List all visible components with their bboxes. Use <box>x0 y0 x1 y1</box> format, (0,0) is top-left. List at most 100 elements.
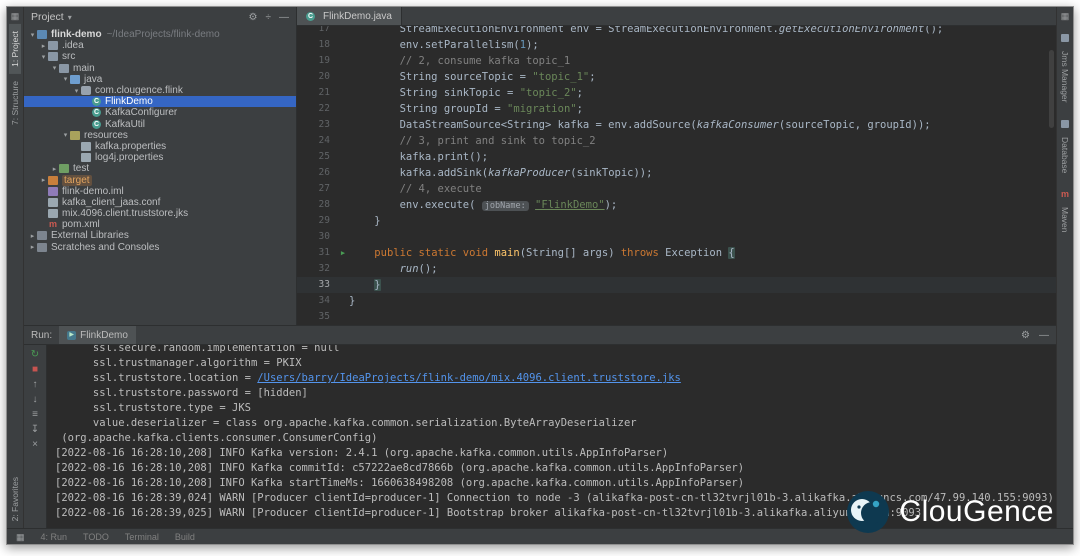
code-line-26[interactable]: 26 kafka.addSink(kafkaProducer(sinkTopic… <box>297 165 1056 181</box>
chevron-right-icon[interactable]: ▸ <box>39 176 48 184</box>
collapse-all-icon[interactable]: ÷ <box>266 12 272 23</box>
code-line-18[interactable]: 18 env.setParallelism(1); <box>297 37 1056 53</box>
chevron-down-icon[interactable]: ▾ <box>39 53 48 61</box>
editor-scrollbar[interactable] <box>1049 50 1054 128</box>
tree-item-label: External Libraries <box>51 230 129 242</box>
tool-strip-item-jms-manager[interactable]: Jms Manager <box>1059 34 1071 110</box>
scroll-down-icon[interactable]: ↓ <box>33 394 38 405</box>
tree-item-src[interactable]: ▾ src <box>24 51 296 62</box>
tool-strip-item-2-favorites[interactable]: 2: Favorites <box>9 470 21 528</box>
clougence-logo-icon <box>847 491 890 533</box>
clear-icon[interactable]: × <box>32 439 38 450</box>
tree-item-mix-4096-client-truststore-jks[interactable]: mix.4096.client.truststore.jks <box>24 208 296 219</box>
tree-item-kafka-client-jaas-conf[interactable]: kafka_client_jaas.conf <box>24 197 296 208</box>
tree-item-log4j-properties[interactable]: log4j.properties <box>24 152 296 163</box>
ide-window: ▦ 1: Project 7: Structure 2: Favorites Proj… <box>6 6 1074 545</box>
tree-item-kafka-properties[interactable]: kafka.properties <box>24 141 296 152</box>
code-line-31[interactable]: 31 ▶ public static void main(String[] arg… <box>297 245 1056 261</box>
chevron-down-icon[interactable]: ▾ <box>61 75 70 83</box>
code-line-17[interactable]: 17 StreamExecutionEnvironment env = Stre… <box>297 26 1056 37</box>
stop-icon[interactable]: ■ <box>32 364 38 375</box>
code-line-22[interactable]: 22 String groupId = "migration"; <box>297 101 1056 117</box>
tool-windows-icon[interactable]: ▦ <box>11 7 20 24</box>
chevron-down-icon[interactable]: ▾ <box>61 131 70 139</box>
gutter-spacer <box>337 261 349 277</box>
tool-icon <box>1061 34 1069 42</box>
code-line-30[interactable]: 30 <box>297 229 1056 245</box>
tree-item-flink-demo[interactable]: ▾ flink-demo ~/IdeaProjects/flink-demo <box>24 29 296 40</box>
tree-item-test[interactable]: ▸ test <box>24 163 296 174</box>
tree-item-flink-demo-iml[interactable]: flink-demo.iml <box>24 186 296 197</box>
settings-icon[interactable]: ⚙ <box>249 12 258 23</box>
gutter-spacer <box>337 149 349 165</box>
tree-item-flinkdemo[interactable]: C FlinkDemo <box>24 96 296 108</box>
code-line-34[interactable]: 34} <box>297 293 1056 309</box>
scroll-to-end-icon[interactable]: ↧ <box>31 424 39 435</box>
hide-icon[interactable]: — <box>279 12 289 23</box>
hide-icon[interactable]: — <box>1039 330 1049 341</box>
scroll-up-icon[interactable]: ↑ <box>33 379 38 390</box>
chevron-right-icon[interactable]: ▸ <box>28 232 37 240</box>
tool-strip-item-1-project[interactable]: 1: Project <box>9 24 21 74</box>
code-line-23[interactable]: 23 DataStreamSource<String> kafka = env.… <box>297 117 1056 133</box>
run-line-icon[interactable]: ▶ <box>337 245 349 261</box>
tool-windows-icon[interactable]: ▦ <box>16 528 25 545</box>
code-line-35[interactable]: 35 <box>297 309 1056 325</box>
tree-item-external-libraries[interactable]: ▸ External Libraries <box>24 230 296 241</box>
line-number: 30 <box>318 231 330 242</box>
tool-windows-icon[interactable]: ▦ <box>1061 7 1070 24</box>
tree-item-kafkautil[interactable]: C KafkaUtil <box>24 119 296 130</box>
status-item-todo[interactable]: TODO <box>83 532 109 542</box>
code-token: public static void <box>374 247 495 259</box>
line-number: 26 <box>318 167 330 178</box>
tool-strip-item-maven[interactable]: m Maven <box>1059 189 1071 240</box>
code-editor[interactable]: 17 StreamExecutionEnvironment env = Stre… <box>297 26 1056 325</box>
gutter-spacer <box>337 213 349 229</box>
code-line-21[interactable]: 21 String sinkTopic = "topic_2"; <box>297 85 1056 101</box>
rerun-icon[interactable]: ↻ <box>31 349 39 360</box>
tree-item-java[interactable]: ▾ java <box>24 74 296 85</box>
code-token: ); <box>526 39 539 51</box>
chevron-down-icon[interactable]: ▾ <box>28 31 37 39</box>
code-line-33[interactable]: 33 } <box>297 277 1056 293</box>
tree-item-target[interactable]: ▸ target <box>24 174 296 186</box>
tree-item-pom-xml[interactable]: m pom.xml <box>24 219 296 230</box>
tree-item-idea[interactable]: ▸ .idea <box>24 40 296 51</box>
console-token-link[interactable]: /Users/barry/IdeaProjects/flink-demo/mix… <box>257 372 681 384</box>
chevron-right-icon[interactable]: ▸ <box>39 42 48 50</box>
settings-icon[interactable]: ⚙ <box>1021 330 1030 341</box>
chevron-right-icon[interactable]: ▸ <box>28 243 37 251</box>
chevron-right-icon[interactable]: ▸ <box>50 165 59 173</box>
code-line-29[interactable]: 29 } <box>297 213 1056 229</box>
code-line-24[interactable]: 24 // 3, print and sink to topic_2 <box>297 133 1056 149</box>
props-icon <box>81 153 91 163</box>
code-line-27[interactable]: 27 // 4, execute <box>297 181 1056 197</box>
editor-tab-flinkdemo-java[interactable]: C FlinkDemo.java <box>297 7 402 25</box>
code-line-19[interactable]: 19 // 2, consume kafka topic_1 <box>297 53 1056 69</box>
code-line-20[interactable]: 20 String sourceTopic = "topic_1"; <box>297 69 1056 85</box>
tree-item-main[interactable]: ▾ main <box>24 63 296 74</box>
code-token: kafkaConsumer <box>696 119 779 131</box>
tree-item-label: main <box>73 62 95 74</box>
code-line-25[interactable]: 25 kafka.print(); <box>297 149 1056 165</box>
run-tab[interactable]: ▶ FlinkDemo <box>59 326 136 344</box>
status-item-build[interactable]: Build <box>175 532 195 542</box>
soft-wrap-icon[interactable]: ≡ <box>32 409 38 420</box>
tool-strip-item-database[interactable]: Database <box>1059 119 1071 180</box>
tree-item-resources[interactable]: ▾ resources <box>24 130 296 141</box>
status-item-4-run[interactable]: 4: Run <box>41 532 68 542</box>
tool-strip-item-7-structure[interactable]: 7: Structure <box>9 74 21 132</box>
tree-item-com-clougence-flink[interactable]: ▾ com.clougence.flink <box>24 85 296 96</box>
code-token: env.execute( <box>349 199 482 211</box>
code-line-28[interactable]: 28 env.execute( jobName: "FlinkDemo"); <box>297 197 1056 213</box>
console-line: ssl.trustmanager.algorithm = PKIX <box>55 356 1056 371</box>
chevron-down-icon[interactable]: ▾ <box>50 64 59 72</box>
chevron-down-icon[interactable]: ▾ <box>68 13 72 22</box>
code-line-32[interactable]: 32 run(); <box>297 261 1056 277</box>
code-token: { <box>728 247 735 259</box>
project-panel-title[interactable]: Project <box>31 11 64 23</box>
status-item-terminal[interactable]: Terminal <box>125 532 159 542</box>
tree-item-kafkaconfigurer[interactable]: C KafkaConfigurer <box>24 107 296 118</box>
tree-item-scratches-and-consoles[interactable]: ▸ Scratches and Consoles <box>24 242 296 253</box>
chevron-down-icon[interactable]: ▾ <box>72 87 81 95</box>
